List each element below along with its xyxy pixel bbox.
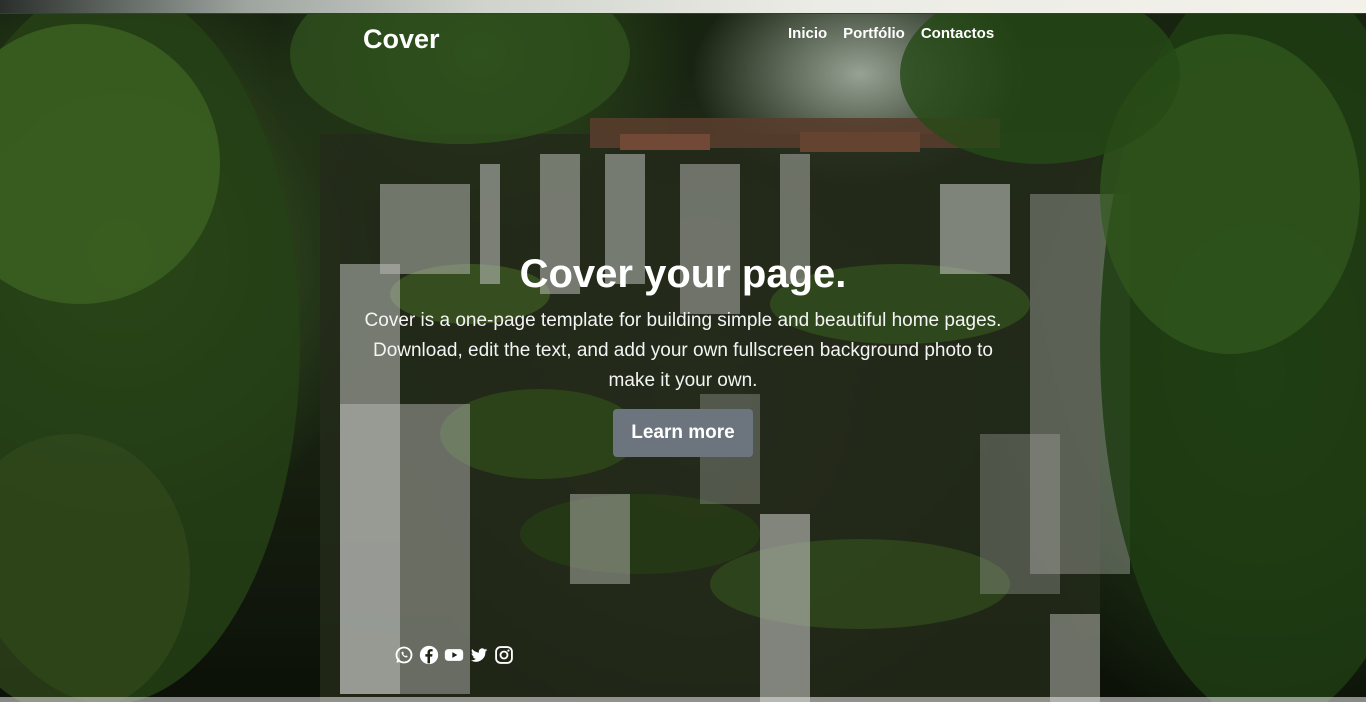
social-links — [394, 645, 514, 665]
main-nav: Inicio Portfólio Contactos — [788, 25, 994, 42]
twitter-icon[interactable] — [469, 645, 489, 665]
hero-description-line: Download, edit the text, and add your ow… — [372, 340, 993, 361]
facebook-icon[interactable] — [419, 645, 439, 665]
site-brand[interactable]: Cover — [363, 24, 440, 55]
hero-description: Cover is a one-page template for buildin… — [353, 306, 1013, 396]
nav-link-portfolio[interactable]: Portfólio — [843, 25, 905, 42]
bottom-edge — [0, 697, 1366, 702]
hero-description-line: make it your own. — [608, 370, 758, 391]
learn-more-button[interactable]: Learn more — [613, 409, 753, 457]
hero-section: Cover your page. Cover is a one-page tem… — [353, 252, 1013, 396]
instagram-icon[interactable] — [494, 645, 514, 665]
nav-link-inicio[interactable]: Inicio — [788, 25, 827, 42]
whatsapp-icon[interactable] — [394, 645, 414, 665]
browser-top-strip — [0, 0, 1366, 14]
youtube-icon[interactable] — [444, 645, 464, 665]
nav-link-contactos[interactable]: Contactos — [921, 25, 994, 42]
hero-title: Cover your page. — [519, 252, 847, 296]
hero-description-line: Cover is a one-page template for buildin… — [364, 310, 1002, 331]
